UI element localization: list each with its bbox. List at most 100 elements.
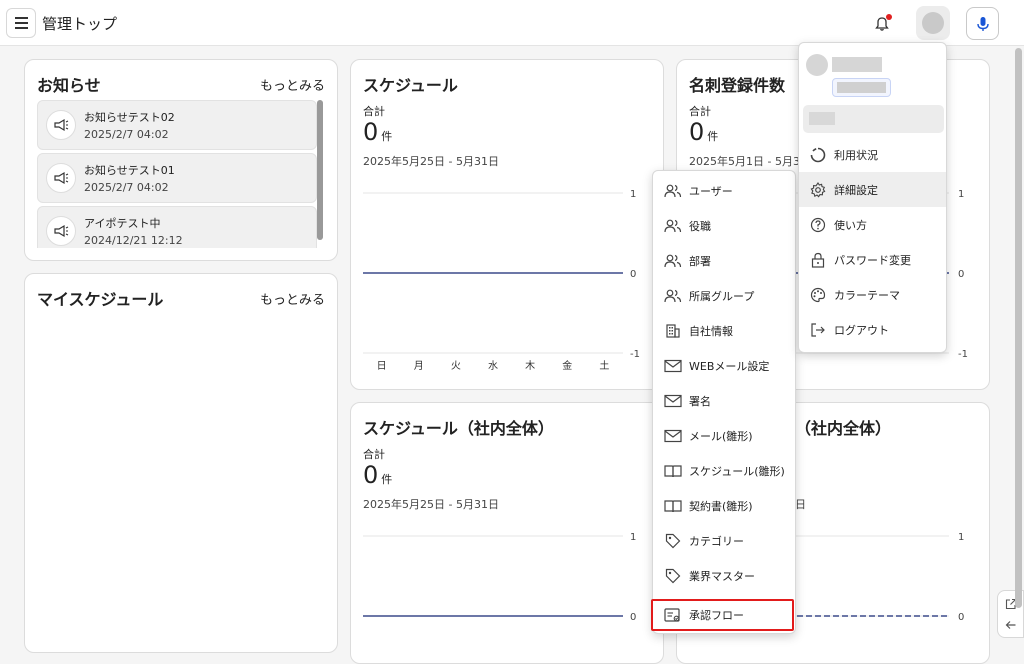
page-scrollbar[interactable]	[1015, 48, 1022, 660]
menu-item-advanced-settings[interactable]: 詳細設定	[799, 172, 946, 207]
voice-input-button[interactable]	[966, 7, 999, 40]
company-selector[interactable]	[803, 105, 944, 133]
menu-item-label: 契約書(雛形)	[689, 499, 753, 513]
menu-item-label: WEBメール設定	[689, 359, 770, 373]
news-title: お知らせ	[37, 76, 101, 95]
menu-item-label: ユーザー	[689, 184, 733, 198]
y-tick-label: -1	[958, 349, 968, 360]
scroll-thumb[interactable]	[1015, 48, 1022, 608]
my-schedule-more-link[interactable]: もっとみる	[260, 289, 325, 308]
palette-icon	[808, 285, 828, 305]
menu-item-label: 署名	[689, 394, 711, 408]
y-tick-label: 1	[630, 189, 636, 200]
mail-icon	[663, 426, 683, 446]
schedule-all-count: 0件	[363, 461, 392, 489]
users-icon	[663, 181, 683, 201]
x-tick-label: 水	[488, 360, 498, 372]
news-item[interactable]: お知らせテスト02 2025/2/7 04:02	[37, 100, 317, 150]
y-tick-label: 1	[630, 532, 636, 543]
count-value: 0	[689, 118, 705, 146]
menu-icon-bar	[14, 22, 28, 24]
menu-item-company-info[interactable]: 自社情報	[653, 313, 795, 348]
menu-item-label: パスワード変更	[834, 253, 911, 267]
count-unit: 件	[381, 130, 393, 143]
news-item-title: お知らせテスト02	[84, 111, 175, 124]
company-wide-title: （社内全体）	[795, 419, 892, 438]
user-avatar-button[interactable]	[916, 6, 950, 40]
help-icon	[808, 215, 828, 235]
menu-item-change-password[interactable]: パスワード変更	[799, 242, 946, 277]
scroll-thumb[interactable]	[317, 100, 323, 240]
user-dropdown-menu: 利用状況 詳細設定 使い方 パスワード変更 カラーテーマ ログアウト	[798, 42, 947, 353]
page-title: 管理トップ	[42, 15, 118, 33]
menu-item-groups[interactable]: 所属グループ	[653, 278, 795, 313]
menu-item-mail-template[interactable]: メール(雛形)	[653, 418, 795, 453]
menu-item-label: スケジュール(雛形)	[689, 464, 785, 478]
menu-item-logout[interactable]: ログアウト	[799, 312, 946, 347]
schedule-card: スケジュール 合計 0件 2025年5月25日 - 5月31日 1 0 -1 日月火水…	[350, 59, 664, 390]
menu-item-users[interactable]: ユーザー	[653, 173, 795, 208]
menu-item-positions[interactable]: 役職	[653, 208, 795, 243]
news-card: お知らせ もっとみる お知らせテスト02 2025/2/7 04:02 お知らせ…	[24, 59, 338, 261]
menu-item-label: 使い方	[834, 218, 867, 232]
x-tick-label: 月	[414, 360, 424, 372]
lock-icon	[808, 250, 828, 270]
menu-item-label: カラーテーマ	[834, 288, 900, 302]
menu-item-category[interactable]: カテゴリー	[653, 523, 795, 558]
schedule-count: 0件	[363, 118, 392, 146]
news-more-link[interactable]: もっとみる	[260, 75, 325, 94]
menu-icon-bar	[14, 27, 28, 29]
x-tick-label: 木	[525, 360, 535, 372]
menu-item-label: 業界マスター	[689, 569, 755, 583]
menu-item-signature[interactable]: 署名	[653, 383, 795, 418]
schedule-chart: 1 0 -1 日 月 火 水 木 金 土	[363, 189, 640, 372]
megaphone-icon	[46, 216, 76, 246]
count-unit: 件	[707, 130, 719, 143]
top-header: 管理トップ	[0, 0, 1024, 46]
book-icon	[663, 461, 683, 481]
menu-item-approval-flow[interactable]: 承認フロー	[651, 599, 794, 631]
menu-item-webmail-settings[interactable]: WEBメール設定	[653, 348, 795, 383]
menu-item-label: 詳細設定	[834, 183, 878, 197]
y-tick-label: -1	[630, 349, 640, 360]
avatar	[922, 12, 944, 34]
x-tick-label: 日	[377, 361, 387, 372]
news-item-date: 2024/12/21 12:12	[84, 234, 183, 247]
menu-item-contract-template[interactable]: 契約書(雛形)	[653, 488, 795, 523]
settings-dropdown-menu: ユーザー 役職 部署 所属グループ 自社情報 WEBメール設定 署名 メール(雛…	[651, 170, 796, 634]
menu-item-label: 利用状況	[834, 148, 878, 162]
news-item[interactable]: アイポテスト中 2024/12/21 12:12	[37, 206, 317, 248]
menu-item-how-to[interactable]: 使い方	[799, 207, 946, 242]
news-item-title: アイポテスト中	[84, 217, 161, 230]
tag-icon	[663, 531, 683, 551]
menu-item-departments[interactable]: 部署	[653, 243, 795, 278]
company-wide-date-range: 日	[795, 498, 806, 511]
gear-icon	[808, 180, 828, 200]
news-item[interactable]: お知らせテスト01 2025/2/7 04:02	[37, 153, 317, 203]
y-tick-label: 1	[958, 532, 964, 543]
notification-button[interactable]	[868, 10, 896, 38]
menu-item-label: 役職	[689, 219, 711, 233]
profile-name-placeholder	[832, 57, 882, 72]
menu-icon-bar	[14, 17, 28, 19]
count-value: 0	[363, 461, 379, 489]
logout-icon	[808, 320, 828, 340]
business-card-title: 名刺登録件数	[689, 76, 786, 95]
mail-icon	[663, 356, 683, 376]
news-scrollbar[interactable]	[317, 100, 323, 240]
menu-item-label: 部署	[689, 254, 711, 268]
menu-item-usage[interactable]: 利用状況	[799, 137, 946, 172]
menu-item-label: カテゴリー	[689, 534, 744, 548]
megaphone-icon	[46, 110, 76, 140]
y-tick-label: 0	[958, 269, 964, 280]
users-icon	[663, 216, 683, 236]
menu-item-color-theme[interactable]: カラーテーマ	[799, 277, 946, 312]
megaphone-icon	[46, 163, 76, 193]
news-item-date: 2025/2/7 04:02	[84, 181, 169, 194]
x-tick-label: 金	[562, 359, 572, 372]
menu-item-industry-master[interactable]: 業界マスター	[653, 558, 795, 593]
schedule-total-label: 合計	[363, 105, 385, 118]
users-icon	[663, 286, 683, 306]
hamburger-menu-button[interactable]	[6, 8, 36, 38]
menu-item-schedule-template[interactable]: スケジュール(雛形)	[653, 453, 795, 488]
